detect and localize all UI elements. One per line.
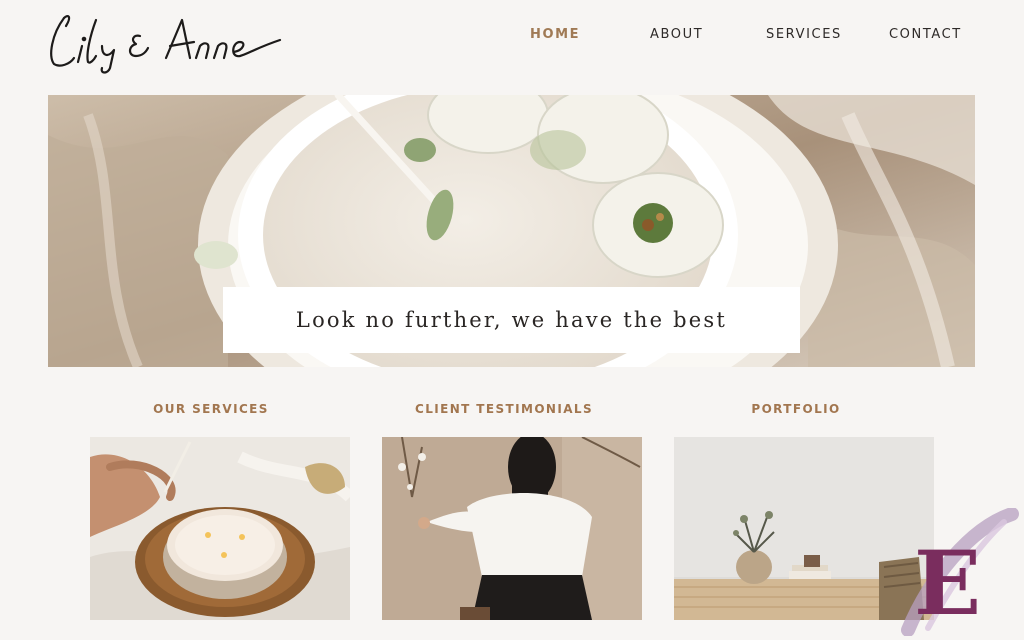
portfolio-card-image[interactable] xyxy=(674,437,934,620)
testimonials-card-image[interactable] xyxy=(382,437,642,620)
brand-badge: E xyxy=(900,507,1020,637)
hero-caption: Look no further, we have the best xyxy=(223,287,800,353)
nav-home-link[interactable]: HOME xyxy=(530,27,580,42)
nav-about-link[interactable]: ABOUT xyxy=(650,27,703,42)
nav-services-link[interactable]: SERVICES xyxy=(766,27,842,42)
nav-contact-link[interactable]: CONTACT xyxy=(889,27,962,42)
section-title-services: OUR SERVICES xyxy=(153,402,269,416)
hero-banner: Look no further, we have the best xyxy=(48,95,975,367)
woman-photo xyxy=(382,437,642,620)
badge-swoosh-icon: E xyxy=(901,507,1019,637)
badge-letter: E xyxy=(914,531,981,635)
services-card-image[interactable] xyxy=(90,437,350,620)
section-title-portfolio: PORTFOLIO xyxy=(751,402,841,416)
section-title-testimonials: CLIENT TESTIMONIALS xyxy=(414,402,594,416)
candle-photo xyxy=(90,437,350,620)
interior-photo xyxy=(674,437,934,620)
main-nav: HOME ABOUT SERVICES CONTACT xyxy=(0,27,1024,47)
